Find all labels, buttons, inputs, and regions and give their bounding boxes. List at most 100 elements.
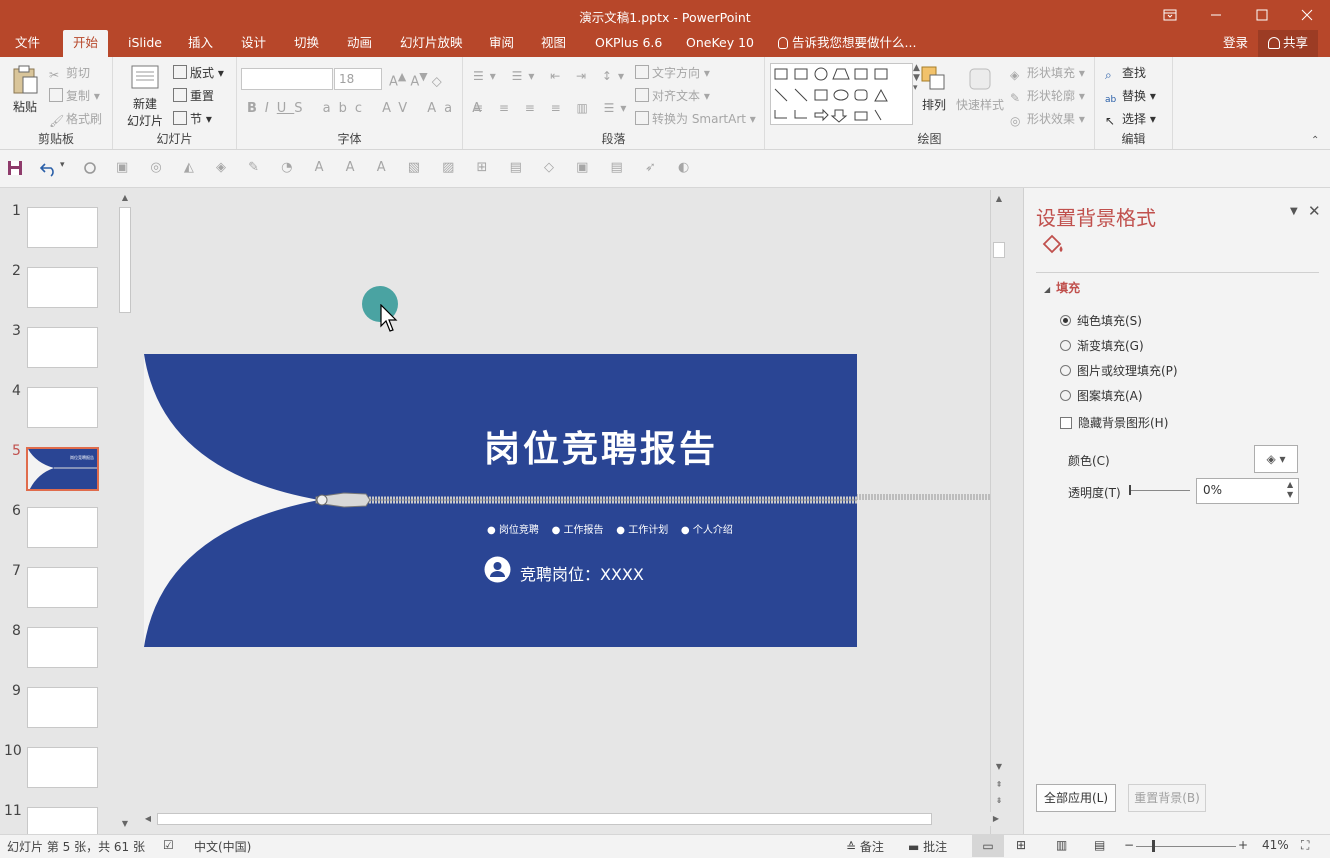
tab-design[interactable]: 设计 bbox=[231, 30, 276, 57]
fit-to-window-icon[interactable]: ⛶ bbox=[1301, 838, 1309, 853]
zoom-slider[interactable] bbox=[1136, 846, 1236, 847]
maximize-button[interactable] bbox=[1239, 0, 1285, 30]
tab-file[interactable]: 文件 bbox=[5, 30, 50, 57]
proofing-icon[interactable]: ☑ bbox=[163, 838, 174, 852]
section-button[interactable]: 节 ▾ bbox=[173, 110, 212, 127]
next-slide-icon[interactable]: ⇟ bbox=[992, 794, 1006, 808]
text-direction-button[interactable]: 文字方向 ▾ bbox=[635, 64, 710, 81]
list-buttons[interactable]: ☰▾ ☰▾ ⇤ ⇥ ↕▾ bbox=[473, 69, 630, 83]
reset-button[interactable]: 重置 bbox=[173, 87, 214, 104]
slide-thumbnail[interactable] bbox=[27, 627, 98, 668]
shape-effects-button[interactable]: ◎ 形状效果 ▾ bbox=[1010, 110, 1085, 128]
comments-button[interactable]: ▬ 批注 bbox=[908, 838, 947, 855]
new-slide-button[interactable]: 新建 幻灯片 bbox=[122, 64, 168, 129]
reset-background-button[interactable]: 重置背景(B) bbox=[1128, 784, 1206, 812]
scroll-left-icon[interactable]: ◀ bbox=[141, 812, 155, 826]
tab-view[interactable]: 视图 bbox=[531, 30, 576, 57]
slide-thumbnail[interactable] bbox=[27, 507, 98, 548]
notes-button[interactable]: ≙ 备注 bbox=[846, 838, 884, 855]
tab-islide[interactable]: iSlide bbox=[118, 30, 172, 57]
cut-button[interactable]: ✂ 剪切 bbox=[49, 64, 90, 82]
undo-dropdown-icon[interactable]: ▾ bbox=[60, 160, 78, 178]
slide-thumbnail[interactable] bbox=[27, 327, 98, 368]
thumbnails-scrollbar[interactable]: ▲ ▼ bbox=[118, 191, 132, 831]
normal-view-icon[interactable]: ▭ bbox=[972, 835, 1004, 857]
picture-fill-radio[interactable]: 图片或纹理填充(P) bbox=[1060, 362, 1178, 379]
slide-canvas[interactable]: 岗位竞聘报告 ● 岗位竞聘 ● 工作报告 ● 工作计划 ● 个人介绍 竞聘岗位：… bbox=[144, 354, 857, 647]
paste-button[interactable]: 粘贴 bbox=[8, 65, 42, 115]
zoom-out-icon[interactable]: − bbox=[1124, 838, 1134, 852]
editor-scroll-thumb[interactable] bbox=[993, 242, 1005, 258]
slide-thumbnail[interactable] bbox=[27, 747, 98, 788]
slide-thumbnail[interactable] bbox=[27, 267, 98, 308]
undo-icon[interactable] bbox=[40, 160, 58, 178]
login-link[interactable]: 登录 bbox=[1213, 30, 1258, 57]
pane-options-icon[interactable]: ▼ bbox=[1290, 206, 1298, 217]
gradient-fill-radio[interactable]: 渐变填充(G) bbox=[1060, 337, 1144, 354]
transparency-slider[interactable] bbox=[1130, 490, 1190, 491]
align-buttons[interactable]: ≡ ≡ ≡ ≡ ▥ ☰▾ bbox=[473, 101, 632, 115]
find-button[interactable]: ⌕ 查找 bbox=[1105, 64, 1146, 82]
replace-button[interactable]: ab 替换 ▾ bbox=[1105, 87, 1156, 109]
color-picker-button[interactable]: ◈ ▾ bbox=[1254, 445, 1298, 473]
tab-okplus[interactable]: OKPlus 6.6 bbox=[585, 30, 672, 57]
redo-icon[interactable] bbox=[82, 160, 100, 178]
tab-insert[interactable]: 插入 bbox=[178, 30, 223, 57]
prev-slide-icon[interactable]: ⇞ bbox=[992, 778, 1006, 792]
transparency-spinner[interactable]: ▲ ▼ bbox=[1287, 480, 1293, 500]
transparency-input[interactable]: 0% bbox=[1196, 478, 1299, 504]
collapse-ribbon-icon[interactable]: ⌃ bbox=[1311, 135, 1319, 146]
smartart-button[interactable]: 转换为 SmartArt ▾ bbox=[635, 110, 756, 127]
transparency-slider-handle[interactable] bbox=[1129, 485, 1131, 495]
tab-review[interactable]: 审阅 bbox=[479, 30, 524, 57]
apply-all-button[interactable]: 全部应用(L) bbox=[1036, 784, 1116, 812]
editor-vscrollbar[interactable]: ▲ ▼ ⇞ ⇟ bbox=[990, 190, 1006, 834]
fill-section-header[interactable]: ◢ 填充 bbox=[1044, 279, 1080, 296]
copy-button[interactable]: 复制 ▾ bbox=[49, 87, 100, 104]
slide-thumbnail[interactable] bbox=[27, 687, 98, 728]
slide-thumbnail[interactable] bbox=[27, 387, 98, 428]
extra-tools[interactable]: ▣ ◎ ◭ ◈ ✎ ◔ A A A ▧ ▨ ⊞ ▤ ◇ ▣ ▤ ➶ ◐ bbox=[116, 160, 698, 175]
font-size-buttons[interactable]: A▲ A▼ ◇ bbox=[389, 70, 442, 89]
tab-transitions[interactable]: 切换 bbox=[284, 30, 329, 57]
zoom-in-icon[interactable]: + bbox=[1238, 838, 1248, 852]
reading-view-icon[interactable]: ▥ bbox=[1056, 838, 1067, 852]
tab-animations[interactable]: 动画 bbox=[337, 30, 382, 57]
slide-thumbnail[interactable] bbox=[27, 567, 98, 608]
editor-scroll-down-icon[interactable]: ▼ bbox=[992, 760, 1006, 774]
tell-me-box[interactable]: 告诉我您想要做什么... bbox=[768, 30, 926, 57]
quick-styles-button[interactable]: 快速样式 bbox=[954, 65, 1006, 113]
slide-thumbnail[interactable] bbox=[27, 807, 98, 834]
editor-hscrollbar[interactable]: ◀ ▶ bbox=[141, 812, 1003, 826]
shape-fill-button[interactable]: ◈ 形状填充 ▾ bbox=[1010, 64, 1085, 82]
pattern-fill-radio[interactable]: 图案填充(A) bbox=[1060, 387, 1143, 404]
slideshow-icon[interactable]: ▤ bbox=[1094, 838, 1105, 852]
scroll-down-icon[interactable]: ▼ bbox=[118, 817, 132, 831]
share-button[interactable]: 共享 bbox=[1258, 30, 1319, 57]
solid-fill-radio[interactable]: 纯色填充(S) bbox=[1060, 312, 1142, 329]
format-painter-button[interactable]: 🖌 格式刷 bbox=[49, 110, 102, 128]
align-text-button[interactable]: 对齐文本 ▾ bbox=[635, 87, 710, 104]
tab-onekey[interactable]: OneKey 10 bbox=[676, 30, 764, 57]
save-icon[interactable] bbox=[7, 160, 25, 178]
zoom-slider-handle[interactable] bbox=[1152, 840, 1155, 852]
shapes-gallery[interactable] bbox=[770, 63, 913, 125]
tab-home[interactable]: 开始 bbox=[63, 30, 109, 57]
arrange-button[interactable]: 排列 bbox=[917, 65, 951, 113]
font-name-combo[interactable] bbox=[241, 68, 333, 90]
slide-thumbnail-selected[interactable]: 岗位竞聘报告 bbox=[26, 447, 99, 491]
hide-bg-checkbox[interactable]: 隐藏背景图形(H) bbox=[1060, 414, 1168, 431]
ribbon-display-options-icon[interactable] bbox=[1147, 0, 1193, 30]
pane-close-icon[interactable]: ✕ bbox=[1308, 202, 1321, 220]
editor-scroll-up-icon[interactable]: ▲ bbox=[992, 192, 1006, 206]
scroll-thumb[interactable] bbox=[119, 207, 131, 313]
fill-bucket-icon[interactable] bbox=[1040, 232, 1068, 256]
tab-slideshow[interactable]: 幻灯片放映 bbox=[390, 30, 473, 57]
select-button[interactable]: ↖ 选择 ▾ bbox=[1105, 110, 1156, 128]
minimize-button[interactable] bbox=[1193, 0, 1239, 30]
scroll-right-icon[interactable]: ▶ bbox=[989, 812, 1003, 826]
font-format-buttons[interactable]: BIUS abc AV Aa A bbox=[247, 101, 489, 116]
slide-sorter-icon[interactable]: ⊞ bbox=[1016, 838, 1026, 852]
slide-thumbnail[interactable] bbox=[27, 207, 98, 248]
shape-outline-button[interactable]: ✎ 形状轮廓 ▾ bbox=[1010, 87, 1085, 105]
